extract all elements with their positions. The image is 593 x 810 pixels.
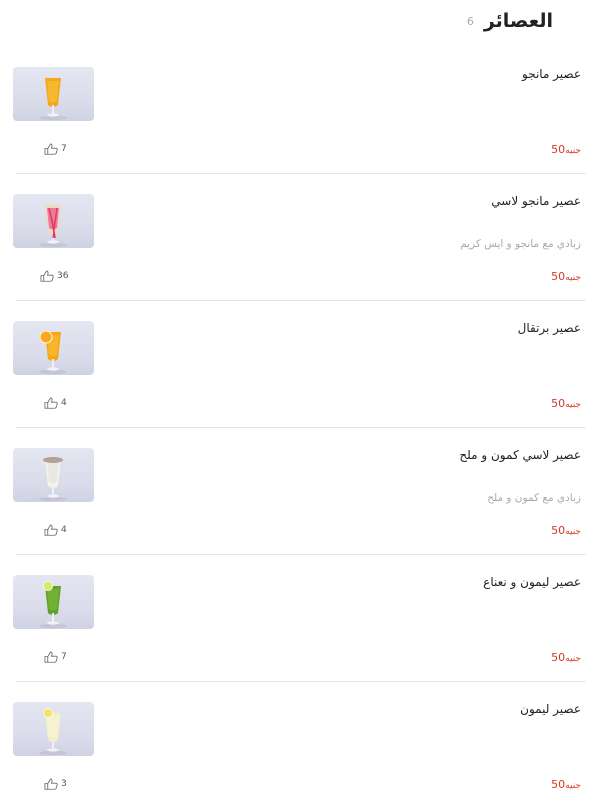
product-image[interactable] <box>13 702 94 756</box>
like-button[interactable]: 3 <box>44 778 67 790</box>
product-description: زبادي مع كمون و ملح <box>487 492 581 504</box>
product-image[interactable] <box>13 194 94 248</box>
item-count: 6 <box>466 14 474 28</box>
price-currency: جنيه <box>565 273 581 283</box>
like-count: 7 <box>61 652 67 662</box>
thumbs-up-icon <box>44 778 59 790</box>
like-button[interactable]: 4 <box>44 524 67 536</box>
item-divider <box>16 300 586 301</box>
product-price: 50جنيه <box>551 270 581 283</box>
like-button[interactable]: 7 <box>44 143 67 155</box>
price-value: 50 <box>551 270 566 283</box>
like-count: 4 <box>61 525 67 535</box>
item-divider <box>16 173 586 174</box>
product-item[interactable]: عصير لاسي كمون و ملح زبادي مع كمون و ملح 5… <box>0 429 593 556</box>
price-currency: جنيه <box>565 527 581 537</box>
product-item[interactable]: عصير برتقال 50جنيه 4 <box>0 302 593 429</box>
item-divider <box>16 427 586 428</box>
product-name[interactable]: عصير لاسي كمون و ملح <box>459 448 581 462</box>
product-image[interactable] <box>13 67 94 121</box>
thumbs-up-icon <box>44 397 59 409</box>
thumbs-up-icon <box>44 524 59 536</box>
product-price: 50جنيه <box>551 778 581 791</box>
section-header: العصائر 6 <box>467 8 553 34</box>
price-value: 50 <box>551 524 566 537</box>
product-item[interactable]: عصير مانجو 50جنيه 7 <box>0 48 593 175</box>
product-name[interactable]: عصير مانجو <box>522 67 581 81</box>
like-count: 4 <box>61 398 67 408</box>
thumbs-up-icon <box>44 651 59 663</box>
product-item[interactable]: عصير مانجو لاسي زبادي مع مانجو و ايس كريم… <box>0 175 593 302</box>
product-name[interactable]: عصير مانجو لاسي <box>491 194 581 208</box>
price-value: 50 <box>551 143 566 156</box>
price-value: 50 <box>551 651 566 664</box>
like-count: 3 <box>61 779 67 789</box>
price-value: 50 <box>551 397 566 410</box>
product-price: 50جنيه <box>551 397 581 410</box>
price-currency: جنيه <box>565 400 581 410</box>
price-currency: جنيه <box>565 781 581 791</box>
like-count: 36 <box>57 271 69 281</box>
product-item[interactable]: عصير ليمون و نعناع 50جنيه 7 <box>0 556 593 683</box>
thumbs-up-icon <box>44 143 59 155</box>
product-price: 50جنيه <box>551 143 581 156</box>
product-price: 50جنيه <box>551 651 581 664</box>
like-count: 7 <box>61 144 67 154</box>
product-description: زبادي مع مانجو و ايس كريم <box>460 238 581 250</box>
price-currency: جنيه <box>565 146 581 156</box>
item-divider <box>16 681 586 682</box>
like-button[interactable]: 4 <box>44 397 67 409</box>
product-image[interactable] <box>13 448 94 502</box>
price-currency: جنيه <box>565 654 581 664</box>
item-divider <box>16 554 586 555</box>
product-item[interactable]: عصير ليمون 50جنيه 3 <box>0 683 593 810</box>
product-name[interactable]: عصير ليمون و نعناع <box>483 575 581 589</box>
price-value: 50 <box>551 778 566 791</box>
product-name[interactable]: عصير برتقال <box>518 321 581 335</box>
like-button[interactable]: 36 <box>40 270 68 282</box>
thumbs-up-icon <box>40 270 55 282</box>
product-name[interactable]: عصير ليمون <box>520 702 581 716</box>
like-button[interactable]: 7 <box>44 651 67 663</box>
product-image[interactable] <box>13 575 94 629</box>
section-title: العصائر <box>483 10 553 32</box>
product-image[interactable] <box>13 321 94 375</box>
product-price: 50جنيه <box>551 524 581 537</box>
